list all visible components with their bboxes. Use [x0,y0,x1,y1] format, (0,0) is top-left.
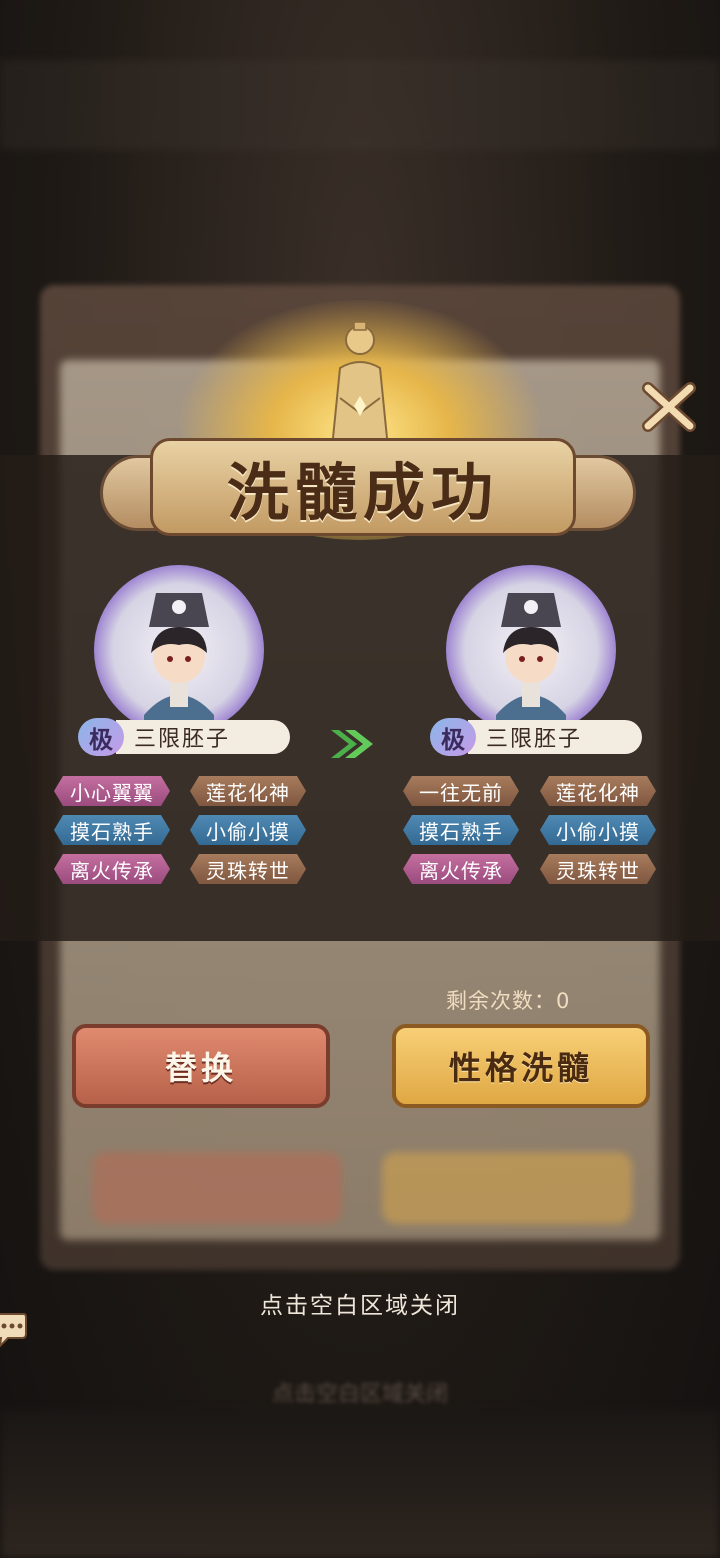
background-hint-text: 点击空白区域关闭 [271,1382,448,1407]
character-portrait-left [94,565,264,735]
tap-to-close-hint[interactable]: 点击空白区域关闭 [0,1286,720,1320]
personality-wash-button[interactable]: 性格洗髓 [392,1024,650,1108]
trait-tag-right: 莲花化神 [540,776,656,806]
trait-tag-right: 小偷小摸 [540,815,656,845]
character-portrait-right [446,565,616,735]
trait-tag-right: 摸石熟手 [403,815,519,845]
background-right-button [382,1152,632,1224]
trait-tag-left: 摸石熟手 [54,815,170,845]
character-avatar-icon [144,593,214,735]
grade-badge: 极 [78,718,124,756]
trait-tag-left: 小心翼翼 [54,776,170,806]
trait-tag-left: 离火传承 [54,854,170,884]
character-namebar-right: 极 三限胚子 [430,718,642,756]
arrow-right-icon [331,730,373,758]
grade-badge: 极 [430,718,476,756]
chat-bubble-icon[interactable] [0,1310,28,1350]
success-banner: 洗髓成功 [150,438,576,536]
character-avatar-icon [496,593,566,735]
close-icon[interactable] [640,378,698,436]
trait-tag-right: 灵珠转世 [540,854,656,884]
replace-button[interactable]: 替换 [72,1024,330,1108]
remaining-count: 剩余次数：0 [446,989,571,1013]
trait-tag-left: 小偷小摸 [190,815,306,845]
background-bottom-bar [0,1410,720,1558]
character-namebar-left: 极 三限胚子 [78,718,290,756]
trait-tag-left: 灵珠转世 [190,854,306,884]
character-name: 三限胚子 [116,720,290,754]
background-top-bar [0,60,720,150]
banner-title: 洗髓成功 [226,456,499,529]
character-name: 三限胚子 [468,720,642,754]
meditating-figure-icon [330,321,390,448]
trait-tag-right: 一往无前 [403,776,519,806]
trait-tag-right: 离火传承 [403,854,519,884]
trait-tag-left: 莲花化神 [190,776,306,806]
background-left-button [92,1152,342,1224]
